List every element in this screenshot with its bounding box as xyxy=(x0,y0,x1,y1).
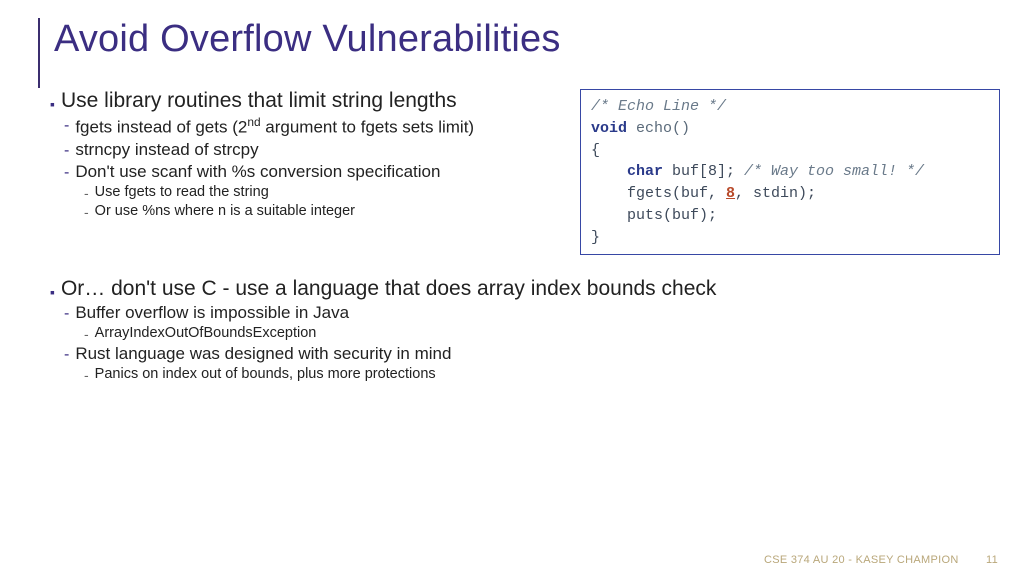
dash: - xyxy=(64,346,69,364)
slide-title: Avoid Overflow Vulnerabilities xyxy=(54,18,1024,61)
dash: - xyxy=(64,142,69,160)
sub-bullet: - Don't use scanf with %s conversion spe… xyxy=(64,162,566,182)
code-snippet: /* Echo Line */ void echo() { char buf[8… xyxy=(580,89,1000,255)
sub-sub-bullet: - Panics on index out of bounds, plus mo… xyxy=(84,366,1000,383)
accent-bar xyxy=(38,18,40,88)
code-comment: /* Way too small! */ xyxy=(744,163,924,180)
code-text: , stdin); xyxy=(735,185,816,202)
sub-bullet: - fgets instead of gets (2nd argument to… xyxy=(64,115,566,138)
sub-sub-text: Panics on index out of bounds, plus more… xyxy=(95,366,436,382)
sub-text: strncpy instead of strcpy xyxy=(75,140,258,160)
code-keyword: char xyxy=(627,163,663,180)
dash: - xyxy=(64,164,69,182)
dash: - xyxy=(84,367,89,383)
sub-bullet: - Rust language was designed with securi… xyxy=(64,344,1000,364)
bullet-2: ▪ Or… don't use C - use a language that … xyxy=(50,277,1000,301)
code-brace: { xyxy=(591,140,989,162)
sub-sub-text: ArrayIndexOutOfBoundsException xyxy=(95,325,317,341)
sub-text: fgets instead of gets (2nd argument to f… xyxy=(75,115,474,138)
code-fn: echo() xyxy=(627,120,690,137)
sub-sub-bullet: - Use fgets to read the string xyxy=(84,184,566,201)
bullets-section-1: ▪ Use library routines that limit string… xyxy=(50,89,566,220)
code-text: puts(buf); xyxy=(627,205,989,227)
sub-text: Don't use scanf with %s conversion speci… xyxy=(75,162,440,182)
footer-text: CSE 374 AU 20 - KASEY CHAMPION xyxy=(764,554,959,566)
dash: - xyxy=(84,326,89,342)
slide: Avoid Overflow Vulnerabilities ▪ Use lib… xyxy=(0,0,1024,576)
bullet-marker: ▪ xyxy=(50,284,55,300)
sub-sub-text: Or use %ns where n is a suitable integer xyxy=(95,203,355,219)
sub-sub-bullet: - Or use %ns where n is a suitable integ… xyxy=(84,203,566,220)
sub-sub-text: Use fgets to read the string xyxy=(95,184,269,200)
dash: - xyxy=(84,185,89,201)
code-text: fgets(buf, xyxy=(627,185,726,202)
code-text: buf[8]; xyxy=(663,163,744,180)
dash: - xyxy=(64,305,69,323)
dash: - xyxy=(64,117,69,135)
bullet-1: ▪ Use library routines that limit string… xyxy=(50,89,566,113)
footer: CSE 374 AU 20 - KASEY CHAMPION 11 xyxy=(764,554,998,566)
bullet-marker: ▪ xyxy=(50,96,55,112)
sub-bullet: - strncpy instead of strcpy xyxy=(64,140,566,160)
sub-text: Rust language was designed with security… xyxy=(75,344,451,364)
code-highlight: 8 xyxy=(726,185,735,202)
sub-sub-bullet: - ArrayIndexOutOfBoundsException xyxy=(84,325,1000,342)
sub-text: Buffer overflow is impossible in Java xyxy=(75,303,349,323)
content-row: ▪ Use library routines that limit string… xyxy=(0,89,1024,255)
page-number: 11 xyxy=(986,554,998,566)
code-comment: /* Echo Line */ xyxy=(591,98,726,115)
code-keyword: void xyxy=(591,120,627,137)
bullet-text: Use library routines that limit string l… xyxy=(61,89,457,113)
bullet-text: Or… don't use C - use a language that do… xyxy=(61,277,716,301)
bullets-section-2: ▪ Or… don't use C - use a language that … xyxy=(0,277,1024,383)
sub-bullet: - Buffer overflow is impossible in Java xyxy=(64,303,1000,323)
dash: - xyxy=(84,204,89,220)
code-brace: } xyxy=(591,227,989,249)
